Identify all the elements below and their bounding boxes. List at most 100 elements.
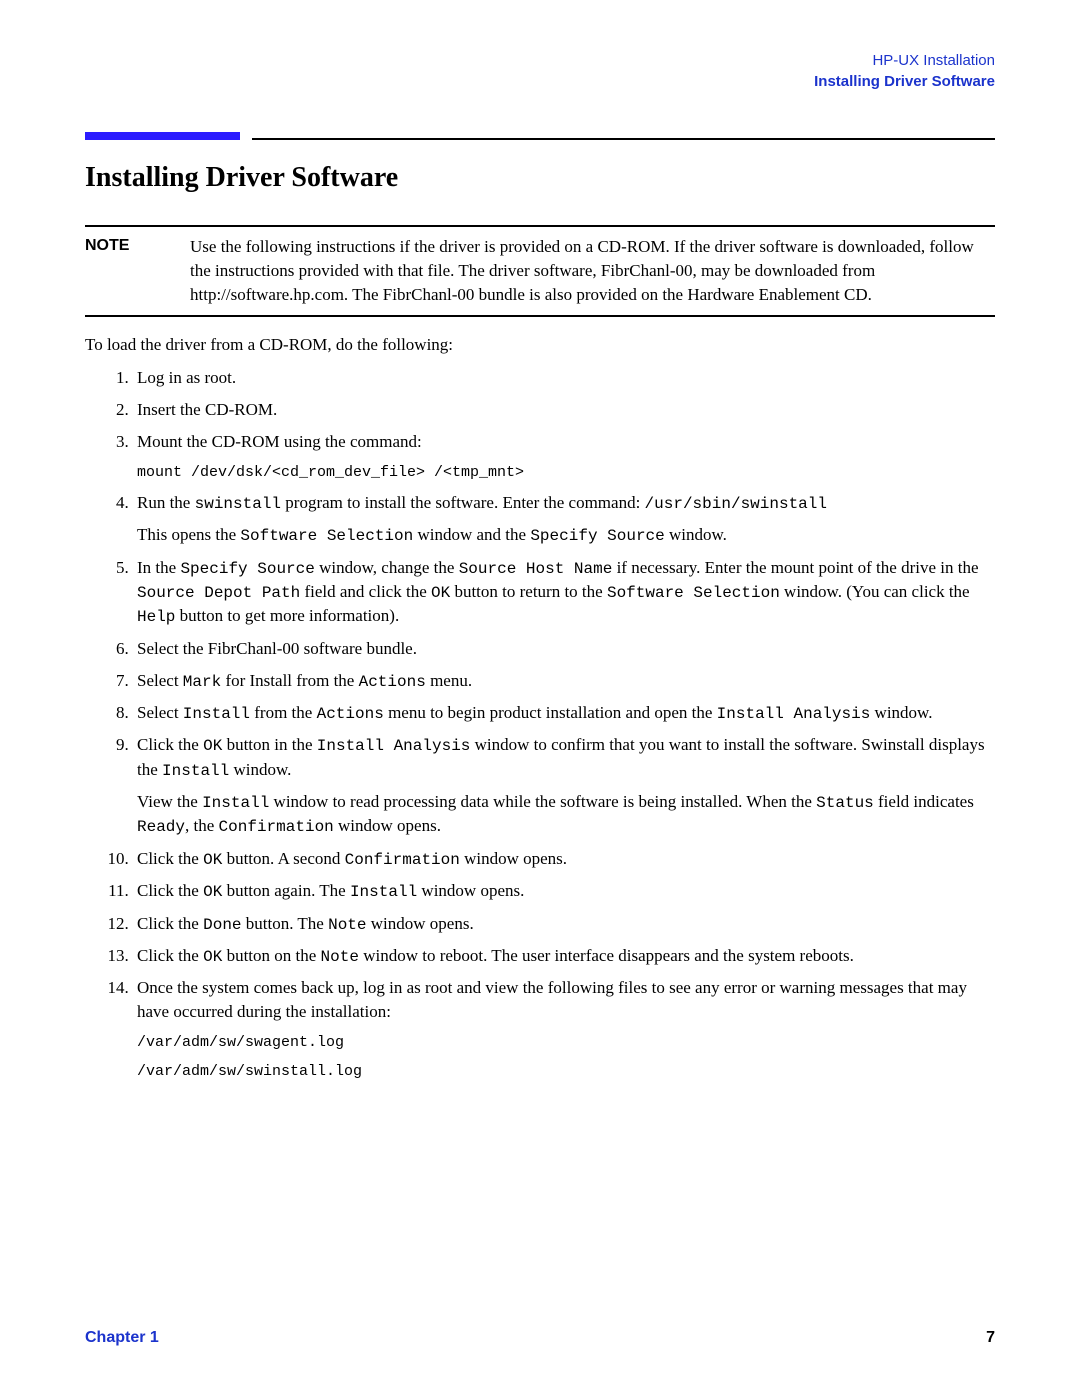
header-chapter: HP-UX Installation [85, 50, 995, 71]
t: window opens. [460, 849, 567, 868]
step-14-code2: /var/adm/sw/swinstall.log [137, 1061, 995, 1082]
t: Select [137, 703, 183, 722]
code: OK [203, 948, 222, 966]
t: Click the [137, 914, 203, 933]
t: field indicates [874, 792, 974, 811]
step-3: Mount the CD-ROM using the command: moun… [133, 430, 995, 483]
running-header: HP-UX Installation Installing Driver Sof… [85, 50, 995, 92]
section-rule [85, 132, 995, 140]
t: window. [665, 525, 727, 544]
t: , the [185, 816, 219, 835]
section-title: Installing Driver Software [85, 158, 995, 197]
step-3-code: mount /dev/dsk/<cd_rom_dev_file> /<tmp_m… [137, 462, 995, 483]
code: /usr/sbin/swinstall [645, 495, 827, 513]
t: button to return to the [450, 582, 607, 601]
step-4: Run the swinstall program to install the… [133, 491, 995, 548]
code: Confirmation [219, 818, 334, 836]
code: Install Analysis [317, 737, 471, 755]
step-4-sub: This opens the Software Selection window… [137, 523, 995, 547]
code: Done [203, 916, 241, 934]
t: button in the [222, 735, 316, 754]
code: OK [203, 737, 222, 755]
t: View the [137, 792, 202, 811]
step-11: Click the OK button again. The Install w… [133, 879, 995, 903]
code: Install [162, 762, 229, 780]
code: Source Host Name [459, 560, 613, 578]
t: button. The [242, 914, 329, 933]
t: window. [870, 703, 932, 722]
t: button. A second [222, 849, 344, 868]
code: Help [137, 608, 175, 626]
t: window to reboot. The user interface dis… [359, 946, 854, 965]
t: for Install from the [221, 671, 358, 690]
horizontal-rule [252, 138, 995, 140]
code: Install Analysis [717, 705, 871, 723]
step-6: Select the FibrChanl-00 software bundle. [133, 637, 995, 661]
step-7: Select Mark for Install from the Actions… [133, 669, 995, 693]
code: Install [183, 705, 250, 723]
t: program to install the software. Enter t… [281, 493, 645, 512]
step-14-code1: /var/adm/sw/swagent.log [137, 1032, 995, 1053]
step-14: Once the system comes back up, log in as… [133, 976, 995, 1082]
t: Click the [137, 849, 203, 868]
step-9-sub: View the Install window to read processi… [137, 790, 995, 839]
t: This opens the [137, 525, 240, 544]
step-1: Log in as root. [133, 366, 995, 390]
step-8: Select Install from the Actions menu to … [133, 701, 995, 725]
code: OK [203, 851, 222, 869]
code: OK [203, 883, 222, 901]
steps-list: Log in as root. Insert the CD-ROM. Mount… [85, 366, 995, 1082]
intro-text: To load the driver from a CD-ROM, do the… [85, 333, 995, 357]
footer-chapter: Chapter 1 [85, 1327, 159, 1349]
note-box: NOTE Use the following instructions if t… [85, 225, 995, 316]
code: Specify Source [530, 527, 664, 545]
code: Specify Source [180, 560, 314, 578]
code: Source Depot Path [137, 584, 300, 602]
step-9: Click the OK button in the Install Analy… [133, 733, 995, 839]
accent-bar [85, 132, 240, 140]
code: Install [202, 794, 269, 812]
code: Confirmation [345, 851, 460, 869]
t: Click the [137, 735, 203, 754]
code: Software Selection [607, 584, 780, 602]
t: if necessary. Enter the mount point of t… [612, 558, 978, 577]
code: Software Selection [240, 527, 413, 545]
t: window, change the [315, 558, 459, 577]
step-3-text: Mount the CD-ROM using the command: [137, 432, 422, 451]
t: button again. The [222, 881, 350, 900]
t: menu. [426, 671, 472, 690]
code: OK [431, 584, 450, 602]
t: window. [229, 760, 291, 779]
code: Actions [359, 673, 426, 691]
t: Run the [137, 493, 195, 512]
note-label: NOTE [85, 235, 190, 306]
footer-page-number: 7 [986, 1327, 995, 1349]
t: field and click the [300, 582, 431, 601]
t: button on the [222, 946, 320, 965]
code: Note [321, 948, 359, 966]
step-13: Click the OK button on the Note window t… [133, 944, 995, 968]
t: button to get more information). [175, 606, 399, 625]
code: Ready [137, 818, 185, 836]
t: Click the [137, 881, 203, 900]
t: window opens. [417, 881, 524, 900]
t: window opens. [367, 914, 474, 933]
step-12: Click the Done button. The Note window o… [133, 912, 995, 936]
step-14-text: Once the system comes back up, log in as… [137, 978, 967, 1021]
t: window to read processing data while the… [269, 792, 816, 811]
t: window and the [413, 525, 530, 544]
t: In the [137, 558, 180, 577]
t: window opens. [334, 816, 441, 835]
code: Note [328, 916, 366, 934]
t: from the [250, 703, 317, 722]
t: window. (You can click the [780, 582, 970, 601]
step-2: Insert the CD-ROM. [133, 398, 995, 422]
t: menu to begin product installation and o… [384, 703, 717, 722]
note-text: Use the following instructions if the dr… [190, 235, 995, 306]
code: Mark [183, 673, 221, 691]
code: Actions [317, 705, 384, 723]
code: Install [350, 883, 417, 901]
t: Select [137, 671, 183, 690]
step-10: Click the OK button. A second Confirmati… [133, 847, 995, 871]
page-footer: Chapter 1 7 [85, 1327, 995, 1349]
